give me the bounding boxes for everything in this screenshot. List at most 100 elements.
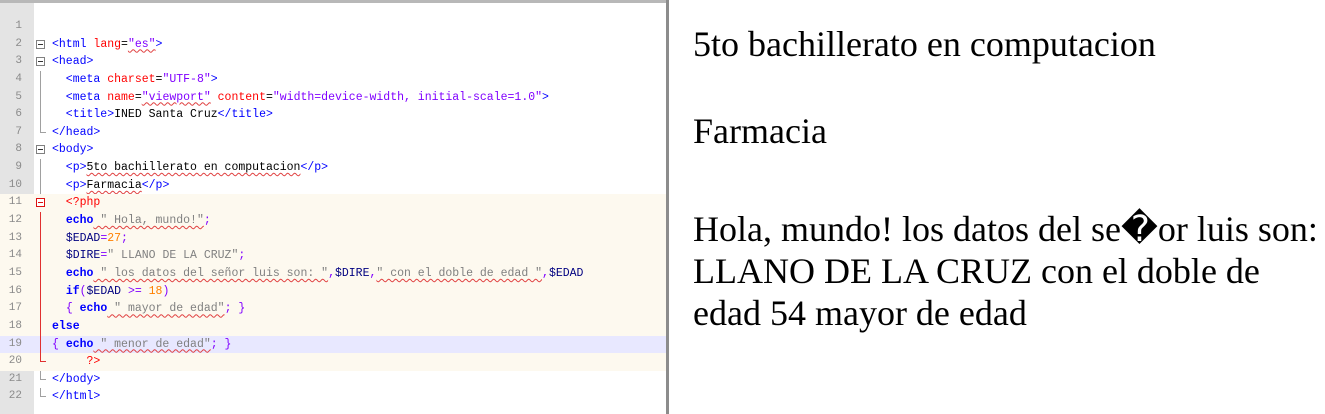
line-number: 19 (8, 337, 22, 350)
code-token: <meta (52, 72, 108, 86)
output-paragraph-farmacia: Farmacia (693, 111, 827, 151)
code-line[interactable]: 13 $EDAD=27; (0, 229, 666, 248)
code-token: $EDAD (86, 284, 122, 298)
code-line[interactable]: 7 </head> (0, 123, 666, 142)
code-line[interactable]: 1 (0, 18, 666, 36)
code-line[interactable]: 18 else (0, 317, 666, 336)
line-number: 12 (8, 214, 22, 227)
fold-guide (40, 300, 41, 318)
code-token: = (265, 90, 273, 104)
line-number: 16 (8, 284, 22, 297)
code-token: else (52, 319, 80, 333)
code-token: ; (203, 214, 211, 228)
code-token: " menor de edad" (93, 337, 211, 351)
code-token: charset (107, 72, 156, 86)
code-token: = (121, 37, 128, 51)
editor-top-border (0, 0, 666, 3)
code-token: echo (65, 337, 94, 351)
code-token: <title> (52, 108, 115, 122)
code-line[interactable]: 2 <html lang="es"> (0, 36, 666, 54)
code-text: if($EDAD >= 18) (52, 283, 170, 301)
code-line[interactable]: 5 <meta name="viewport" content="width=d… (0, 88, 666, 107)
code-editor[interactable]: 1 2 <html lang="es"> 3 <head> 4 <meta charset… (0, 0, 666, 414)
fold-toggle-icon[interactable] (36, 57, 45, 67)
code-token: echo (65, 266, 94, 280)
code-token: " mayor de edad" (107, 302, 225, 316)
fold-toggle-icon[interactable] (36, 145, 45, 155)
line-number: 3 (15, 55, 22, 68)
output-paragraph-course: 5to bachillerato en computacion (693, 24, 1156, 64)
code-line[interactable]: 15 echo " los datos del señor luis son: … (0, 264, 666, 283)
line-number: 5 (15, 90, 22, 103)
code-line[interactable]: 12 echo " Hola, mundo!"; (0, 212, 666, 230)
line-number: 2 (15, 37, 22, 50)
code-line[interactable]: 16 if($EDAD >= 18) (0, 282, 666, 301)
code-token: echo (79, 302, 108, 316)
line-number: 15 (8, 266, 22, 279)
code-token: <p> (52, 161, 87, 175)
code-line[interactable]: 21 </body> (0, 370, 666, 389)
code-line[interactable]: 10 <p>Farmacia</p> (0, 176, 666, 195)
line-number: 11 (8, 196, 22, 209)
fold-guide (40, 247, 41, 265)
fold-guide (40, 335, 41, 354)
code-line[interactable]: 20 ?> (0, 353, 666, 371)
fold-toggle-icon[interactable] (36, 198, 45, 208)
code-line[interactable]: 17 { echo " mayor de edad"; } (0, 300, 666, 318)
code-token: { (65, 302, 80, 316)
code-token: 27 (107, 231, 122, 245)
code-line[interactable]: 22 </html> (0, 388, 666, 406)
browser-output: 5to bachillerato en computacion Farmacia… (669, 0, 1325, 414)
code-line[interactable]: 14 $DIRE=" LLANO DE LA CRUZ"; (0, 247, 666, 265)
code-token: content (217, 90, 266, 104)
code-token: ( (79, 284, 87, 298)
code-line[interactable]: 3 <head> (0, 53, 666, 71)
code-token: ?> (52, 355, 101, 369)
code-line[interactable]: 8 <body> (0, 141, 666, 159)
code-text: <head> (52, 53, 93, 71)
code-line[interactable]: 19 { echo " menor de edad"; } (0, 335, 666, 354)
code-token: $EDAD (65, 231, 101, 245)
code-token: echo (65, 214, 94, 228)
code-token: "width=device-width, initial-scale=1.0" (272, 90, 543, 104)
code-text: </head> (52, 124, 100, 142)
code-token: " con el doble de edad " (376, 266, 543, 280)
line-number: 14 (8, 249, 22, 262)
code-token: if (65, 284, 80, 298)
fold-guide (40, 264, 41, 283)
code-token: <body> (52, 143, 94, 157)
code-line[interactable]: 4 <meta charset="UTF-8"> (0, 70, 666, 89)
code-token: " los datos del señor luis son: " (93, 266, 329, 280)
code-token: ; } (224, 302, 246, 316)
code-text: <?php (52, 194, 101, 212)
code-token: > (155, 37, 163, 51)
code-text: else (52, 318, 80, 336)
fold-guide (40, 159, 41, 177)
line-number: 22 (8, 390, 22, 403)
code-line[interactable]: 11 <?php (0, 194, 666, 213)
fold-guide (40, 282, 41, 301)
code-lines: 1 2 <html lang="es"> 3 <head> 4 <meta charset… (0, 18, 666, 406)
code-text: <p>Farmacia</p> (52, 177, 170, 195)
code-token: 5to bachillerato en computacion (86, 161, 301, 175)
code-token: > (542, 90, 549, 104)
code-token: <html (52, 37, 94, 51)
output-paragraph-php-result: Hola, mundo! los datos del se�or luis so… (693, 209, 1318, 333)
code-text: </body> (52, 371, 100, 389)
line-number: 21 (8, 372, 22, 385)
code-token: ) (162, 284, 170, 298)
code-token: , (542, 266, 549, 280)
code-token: $DIRE (65, 249, 101, 263)
line-number: 8 (15, 143, 22, 156)
code-token: lang (93, 37, 122, 51)
code-token: </title> (217, 108, 273, 122)
code-text: $EDAD=27; (52, 230, 128, 248)
code-line[interactable]: 6 <title>INED Santa Cruz</title> (0, 106, 666, 124)
code-token: = (134, 90, 142, 104)
fold-guide (40, 229, 41, 248)
code-token: </p> (141, 178, 170, 192)
code-line[interactable]: 9 <p>5to bachillerato en computacion</p> (0, 159, 666, 177)
fold-toggle-icon[interactable] (36, 39, 45, 49)
